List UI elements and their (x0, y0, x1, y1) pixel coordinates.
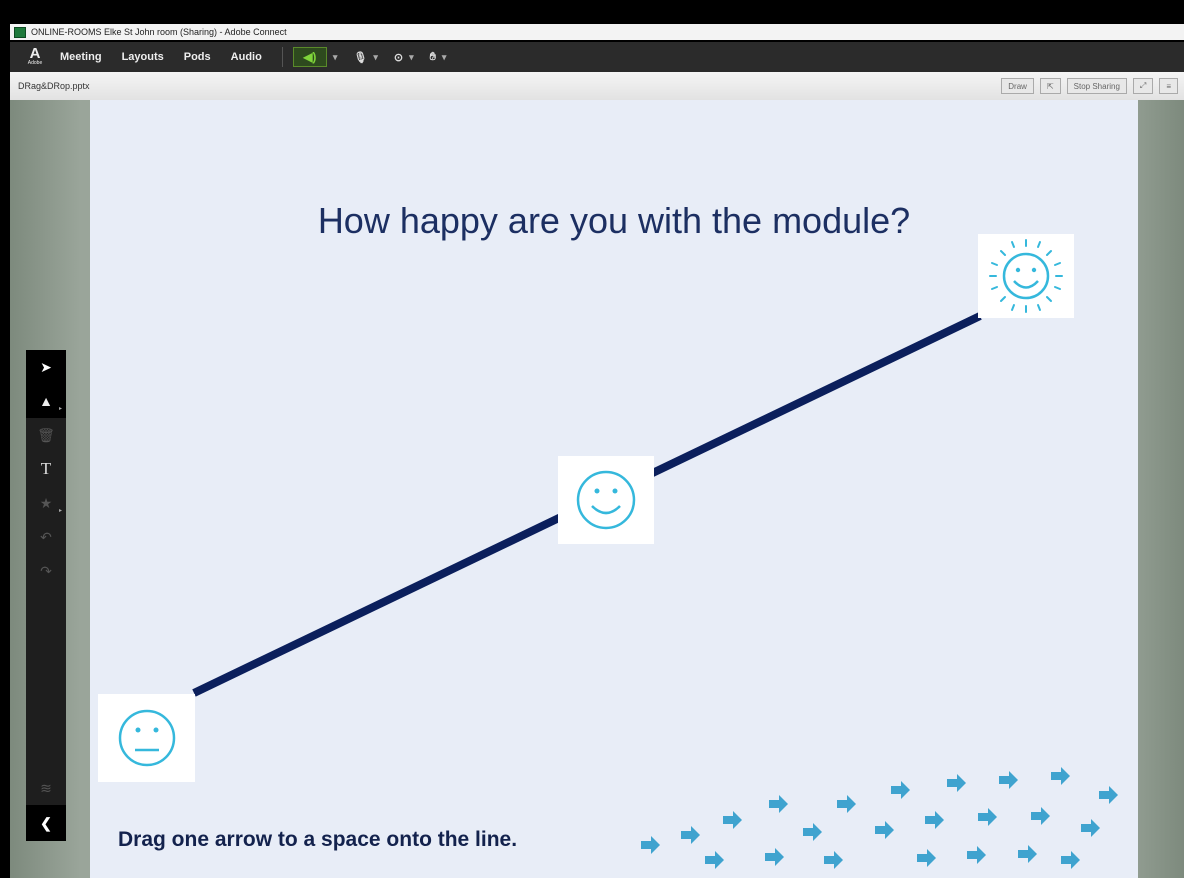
draggable-arrow-icon[interactable] (967, 846, 986, 864)
cursor-icon: ➤ (40, 358, 52, 375)
redo-icon: ↷ (40, 562, 52, 579)
marker-tool[interactable]: ▲ ▸ (26, 384, 66, 418)
draggable-arrow-icon[interactable] (917, 849, 936, 867)
draggable-arrow-icon[interactable] (1099, 786, 1118, 804)
draggable-arrow-icon[interactable] (641, 836, 660, 854)
draggable-arrow-icon[interactable] (765, 848, 784, 866)
pod-filename: DRag&DRop.pptx (18, 81, 90, 91)
titlebar-strip: ONLINE-ROOMS Elke St John room (Sharing)… (10, 24, 1184, 40)
menu-bar: A Adobe Meeting Layouts Pods Audio ◀) ▾ 🎙︎… (10, 42, 1184, 72)
raise-hand-button[interactable]: ✋︎ ▾ (430, 51, 447, 64)
speaker-icon: ◀) (292, 47, 327, 67)
draggable-arrow-icon[interactable] (803, 823, 822, 841)
raise-hand-icon: ✋︎ (429, 50, 436, 63)
draggable-arrow-icon[interactable] (925, 811, 944, 829)
draggable-arrow-icon[interactable] (723, 811, 742, 829)
collapse-toolbar[interactable]: ❮ (26, 805, 66, 841)
draggable-arrow-icon[interactable] (1061, 851, 1080, 869)
draggable-arrow-icon[interactable] (978, 808, 997, 826)
text-tool[interactable]: T (26, 452, 66, 486)
menu-meeting[interactable]: Meeting (60, 51, 102, 63)
redo-tool[interactable]: ↷ (26, 554, 66, 588)
stop-sharing-button[interactable]: Stop Sharing (1066, 78, 1127, 94)
draggable-arrow-icon[interactable] (1018, 845, 1037, 863)
slide: How happy are you with the module? Drag … (90, 100, 1138, 878)
marker-icon: ▲ (39, 393, 53, 409)
draggable-arrows-area (641, 767, 1118, 869)
draggable-arrow-icon[interactable] (1081, 819, 1100, 837)
layers-tool[interactable]: ≋ (26, 771, 66, 805)
window-title: ONLINE-ROOMS Elke St John room (Sharing)… (31, 27, 287, 37)
draggable-arrow-icon[interactable] (947, 774, 966, 792)
webcam-button[interactable]: ⊙ ▾ (394, 51, 414, 64)
text-icon: T (40, 459, 52, 478)
speaker-button[interactable]: ◀) ▾ (292, 47, 338, 67)
undo-icon: ↶ (40, 528, 52, 545)
draggable-arrow-icon[interactable] (875, 821, 894, 839)
shape-tool[interactable]: ★ ▸ (26, 486, 66, 520)
webcam-icon: ⊙ (393, 51, 404, 64)
microphone-icon: 🎙︎ (353, 51, 368, 64)
draggable-arrow-icon[interactable] (1031, 807, 1050, 825)
undo-tool[interactable]: ↶ (26, 520, 66, 554)
pod-controls: Draw ⇱ Stop Sharing ⤢ ≡ (1001, 78, 1184, 94)
fullscreen-icon: ⤢ (1139, 81, 1147, 90)
chevron-down-icon: ▾ (441, 51, 447, 62)
draggable-arrow-icon[interactable] (769, 795, 788, 813)
layers-icon: ≋ (40, 779, 52, 796)
adobe-logo-icon: A Adobe (27, 45, 43, 66)
adobe-connect-app-icon (14, 26, 26, 38)
draggable-arrow-icon[interactable] (837, 795, 856, 813)
star-icon: ★ (39, 494, 53, 511)
chevron-left-icon: ❮ (40, 814, 52, 831)
pointer-icon: ⇱ (1046, 81, 1054, 91)
draggable-arrow-icon[interactable] (999, 771, 1018, 789)
menu-separator (281, 47, 283, 67)
microphone-button[interactable]: 🎙︎ ▾ (353, 51, 378, 64)
share-pod-titlebar: DRag&DRop.pptx Draw ⇱ Stop Sharing ⤢ ≡ (10, 72, 1184, 101)
chevron-down-icon: ▾ (332, 51, 338, 62)
menu-icon: ≡ (1166, 81, 1171, 91)
draw-button[interactable]: Draw (1001, 78, 1034, 94)
draggable-arrow-icon[interactable] (1051, 767, 1070, 785)
draggable-arrow-icon[interactable] (681, 826, 700, 844)
drawing-toolbar: ➤ ▲ ▸ 🗑︎ T ★ ▸ ↶ ↷ ≋ ❮ (26, 350, 66, 841)
fullscreen-button[interactable]: ⤢ (1132, 78, 1154, 94)
selection-tool[interactable]: ➤ (26, 350, 66, 384)
chevron-down-icon: ▾ (373, 51, 378, 62)
chevron-down-icon: ▾ (409, 51, 414, 62)
delete-tool[interactable]: 🗑︎ (26, 418, 66, 452)
draggable-arrow-icon[interactable] (705, 851, 724, 869)
trash-icon: 🗑︎ (37, 426, 55, 443)
window-titlebar: ONLINE-ROOMS Elke St John room (Sharing)… (0, 0, 1184, 42)
menu-audio[interactable]: Audio (231, 51, 262, 63)
draggable-arrow-icon[interactable] (891, 781, 910, 799)
draggable-arrow-icon[interactable] (824, 851, 843, 869)
menu-pods[interactable]: Pods (184, 51, 211, 63)
pod-options-button[interactable]: ≡ (1159, 78, 1178, 94)
pointer-toggle-button[interactable]: ⇱ (1039, 78, 1061, 94)
menu-layouts[interactable]: Layouts (122, 51, 164, 63)
share-pod-stage: How happy are you with the module? Drag … (10, 100, 1184, 878)
